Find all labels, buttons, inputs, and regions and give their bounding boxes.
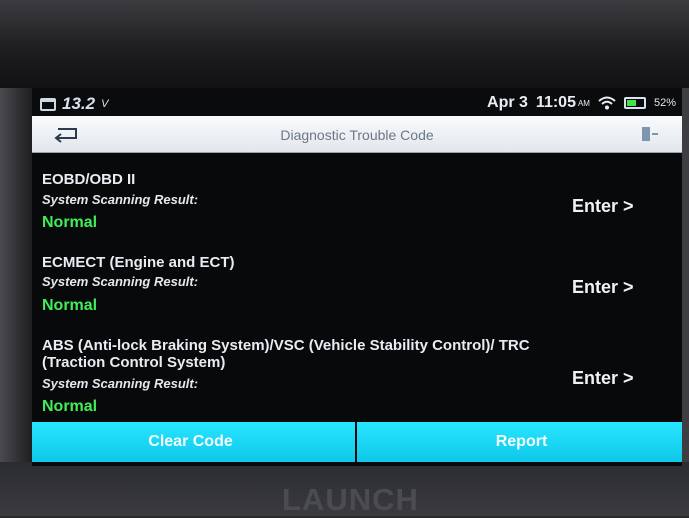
battery-voltage: 13.2 [62, 94, 96, 113]
enter-button[interactable]: Enter > [572, 196, 634, 217]
action-bar: Clear Code Report [32, 422, 682, 466]
wifi-icon [598, 96, 616, 110]
clear-code-button[interactable]: Clear Code [32, 422, 355, 462]
enter-button[interactable]: Enter > [572, 368, 634, 389]
title-bar: Diagnostic Trouble Code [32, 116, 682, 153]
status-bar: 13.2 V Apr 3 11:05 AM 52% [32, 88, 682, 116]
scan-result-label: System Scanning Result: [42, 376, 199, 391]
device-bezel-top [0, 0, 689, 92]
status-ampm: AM [577, 98, 590, 108]
scan-result-value: Normal [42, 214, 98, 231]
status-date: Apr 3 [487, 94, 528, 111]
scan-result-label: System Scanning Result: [42, 274, 199, 289]
device-bezel-right [682, 88, 689, 468]
page-title: Diagnostic Trouble Code [280, 127, 434, 143]
scan-result-value: Normal [42, 398, 98, 415]
battery-percent: 52% [653, 97, 676, 109]
status-time: 11:05 [535, 94, 576, 111]
calendar-icon [40, 97, 56, 111]
device-screen: 13.2 V Apr 3 11:05 AM 52% Diagnostic Tro… [32, 88, 682, 466]
exit-icon[interactable] [640, 125, 660, 143]
brand-logo: LAUNCH [282, 482, 419, 517]
battery-icon [623, 97, 646, 109]
enter-button[interactable]: Enter > [572, 277, 634, 298]
scan-result-value: Normal [42, 297, 98, 314]
report-button[interactable]: Report [357, 422, 682, 462]
device-bezel-left [0, 88, 34, 468]
system-name: ECMECT (Engine and ECT) [42, 254, 235, 271]
scan-result-label: System Scanning Result: [42, 192, 199, 207]
system-name: ABS (Anti-lock Braking System)/VSC (Vehi… [42, 337, 530, 371]
system-list: EOBD/OBD II System Scanning Result: Norm… [32, 152, 682, 418]
voltage-unit: V [101, 98, 109, 110]
system-name: EOBD/OBD II [42, 171, 136, 188]
